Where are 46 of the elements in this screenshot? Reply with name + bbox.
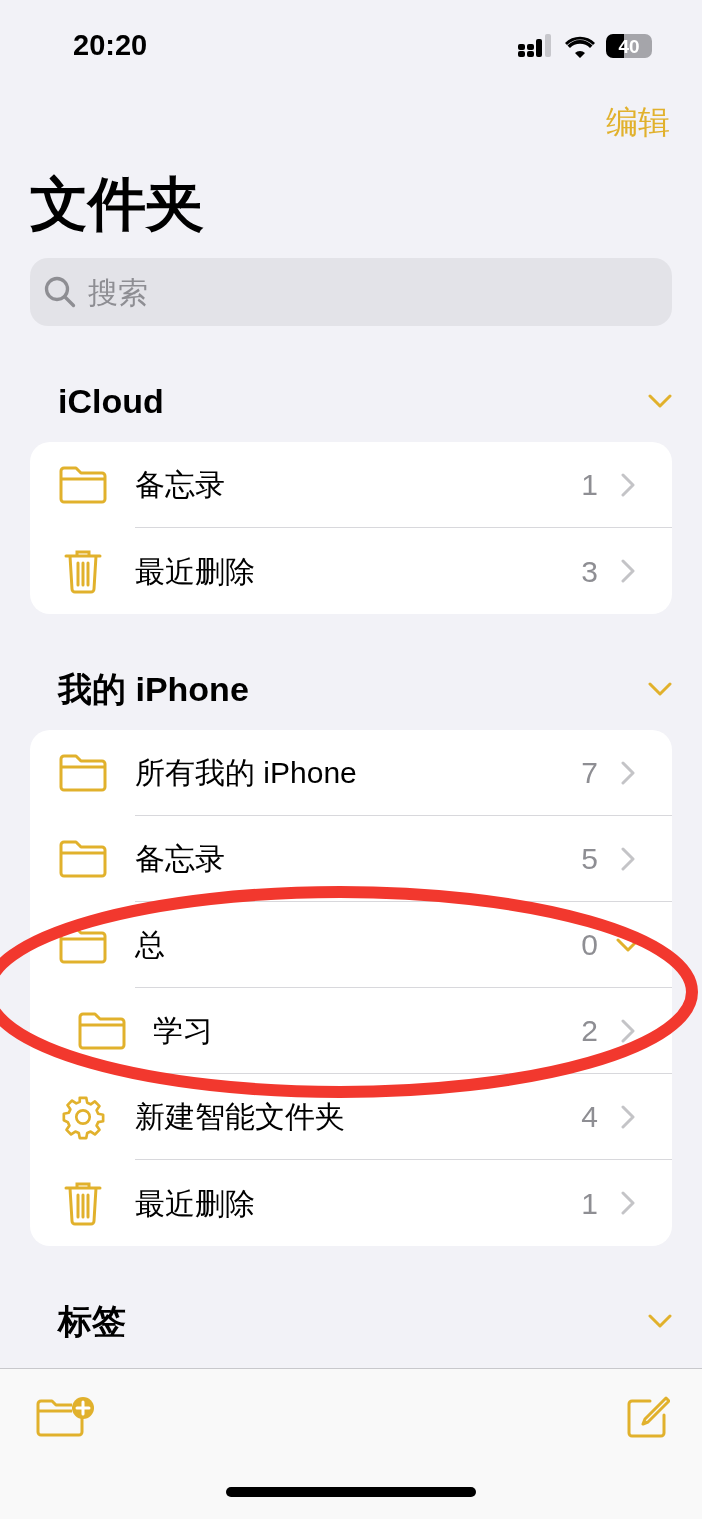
note-count: 4 [581,1099,598,1135]
folder-row[interactable]: 最近删除 1 [30,1160,672,1246]
search-icon [42,274,78,310]
folder-row[interactable]: 新建智能文件夹 4 [30,1074,672,1160]
chevron-down-icon[interactable] [648,394,672,408]
new-folder-icon[interactable] [36,1395,96,1438]
gear-icon [59,1094,106,1140]
note-count: 1 [581,467,598,503]
note-count: 5 [581,841,598,877]
section-header: iCloud [58,380,164,422]
folder-name: 备忘录 [135,467,226,503]
section-header: 标签 [58,1300,126,1342]
note-count: 2 [581,1013,598,1049]
note-count: 0 [581,927,598,963]
folder-row[interactable]: 最近删除 3 [30,528,672,614]
folder-name: 最近删除 [135,553,256,590]
chevron-down-icon[interactable] [648,682,672,696]
note-count: 1 [581,1185,598,1222]
folder-name: 备忘录 [135,841,226,877]
folder-icon [76,1011,127,1051]
folder-name: 总 [135,927,166,963]
wifi-icon [564,34,596,58]
folder-name: 学习 [153,1013,214,1049]
folder-icon [57,753,108,793]
folder-row[interactable]: 学习 2 [30,988,672,1074]
search-bar[interactable]: 搜索 [30,258,672,326]
trash-icon [62,548,103,594]
folder-row[interactable]: 备忘录 1 [30,442,672,528]
page-title: 文件夹 [29,170,205,238]
folder-name: 所有我的 iPhone [135,755,358,791]
folder-row[interactable]: 总 0 [30,902,672,988]
note-count: 7 [581,755,598,791]
folder-icon [57,465,108,505]
compose-icon[interactable] [626,1394,670,1439]
section-header: 我的 iPhone [58,668,249,710]
trash-icon [62,1180,103,1226]
chevron-down-icon[interactable] [648,1314,672,1328]
note-count: 3 [581,553,598,590]
folder-row[interactable]: 备忘录 5 [30,816,672,902]
status-time: 20:20 [73,28,148,64]
search-field[interactable]: 搜索 [88,269,660,315]
signal-icon [518,34,554,58]
folder-name: 新建智能文件夹 [135,1099,346,1135]
folder-name: 最近删除 [135,1185,256,1222]
folder-row[interactable]: 所有我的 iPhone 7 [30,730,672,816]
folder-icon [57,839,108,879]
